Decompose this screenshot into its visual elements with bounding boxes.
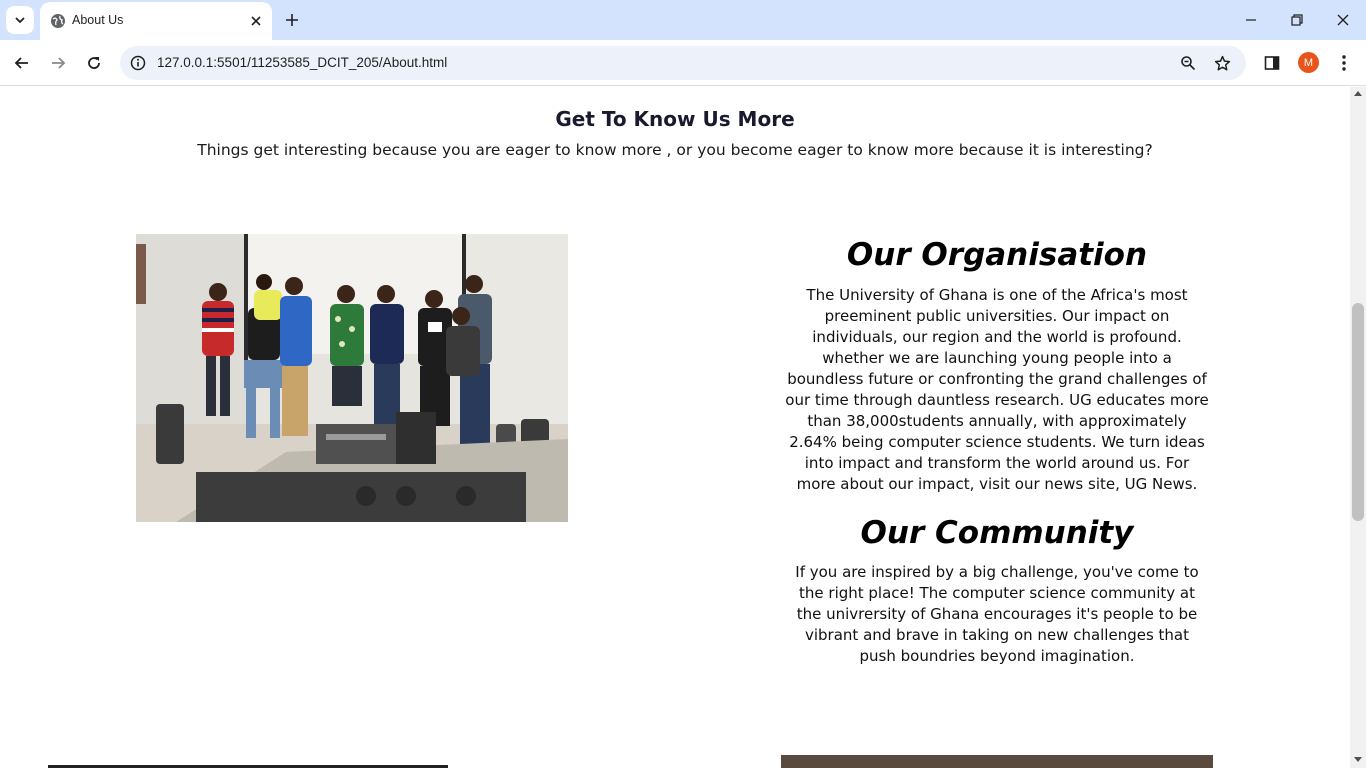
restore-icon bbox=[1291, 14, 1303, 26]
close-window-button[interactable] bbox=[1331, 8, 1355, 32]
organisation-text: The University of Ghana is one of the Af… bbox=[785, 286, 1209, 493]
plus-icon bbox=[286, 14, 298, 26]
zoom-icon bbox=[1181, 56, 1196, 71]
tab-close-button[interactable] bbox=[246, 11, 266, 31]
team-photo-image bbox=[136, 234, 568, 522]
restore-button[interactable] bbox=[1285, 8, 1309, 32]
back-button[interactable] bbox=[9, 50, 35, 76]
browser-toolbar: 127.0.0.1:5501/11253585_DCIT_205/About.h… bbox=[0, 40, 1366, 86]
side-panel-button[interactable] bbox=[1261, 52, 1283, 74]
arrow-right-icon bbox=[52, 57, 66, 69]
star-icon bbox=[1214, 55, 1230, 71]
chevron-down-icon bbox=[15, 17, 25, 24]
more-vertical-icon bbox=[1342, 55, 1346, 71]
close-icon bbox=[251, 16, 261, 26]
organisation-heading: Our Organisation bbox=[846, 237, 1148, 273]
tab-title: About Us bbox=[72, 13, 124, 27]
url-text: 127.0.0.1:5501/11253585_DCIT_205/About.h… bbox=[157, 55, 448, 70]
zoom-button[interactable] bbox=[1178, 53, 1198, 73]
bookmark-button[interactable] bbox=[1212, 53, 1232, 73]
page-viewport: Get To Know Us More Things get interesti… bbox=[0, 87, 1350, 768]
tab-about-us[interactable]: About Us bbox=[40, 2, 272, 40]
reload-button[interactable] bbox=[81, 50, 107, 76]
site-info-button[interactable] bbox=[128, 53, 148, 73]
community-heading: Our Community bbox=[860, 515, 1134, 551]
page-scrollbar[interactable] bbox=[1350, 87, 1366, 768]
arrow-left-icon bbox=[14, 57, 28, 69]
page-subtitle: Things get interesting because you are e… bbox=[197, 141, 1153, 159]
new-tab-button[interactable] bbox=[280, 8, 304, 32]
page-title: Get To Know Us More bbox=[555, 107, 795, 131]
tab-search-button[interactable] bbox=[6, 6, 34, 34]
menu-button[interactable] bbox=[1333, 52, 1355, 74]
side-panel-icon bbox=[1264, 56, 1280, 70]
scroll-up-arrow-icon[interactable] bbox=[1354, 91, 1362, 96]
info-icon bbox=[130, 55, 146, 71]
scroll-down-arrow-icon[interactable] bbox=[1354, 757, 1362, 762]
reload-icon bbox=[88, 57, 100, 69]
minimize-button[interactable] bbox=[1239, 8, 1263, 32]
globe-icon bbox=[51, 14, 65, 28]
community-text: If you are inspired by a big challenge, … bbox=[795, 563, 1199, 665]
address-bar[interactable]: 127.0.0.1:5501/11253585_DCIT_205/About.h… bbox=[120, 46, 1246, 80]
close-icon bbox=[1337, 14, 1349, 26]
tab-strip: About Us bbox=[0, 0, 1366, 40]
profile-avatar[interactable]: M bbox=[1298, 52, 1319, 73]
minimize-icon bbox=[1246, 19, 1256, 21]
forward-button[interactable] bbox=[45, 50, 71, 76]
scroll-thumb[interactable] bbox=[1352, 303, 1364, 521]
next-section-photo bbox=[781, 755, 1213, 768]
team-photo bbox=[136, 234, 568, 522]
